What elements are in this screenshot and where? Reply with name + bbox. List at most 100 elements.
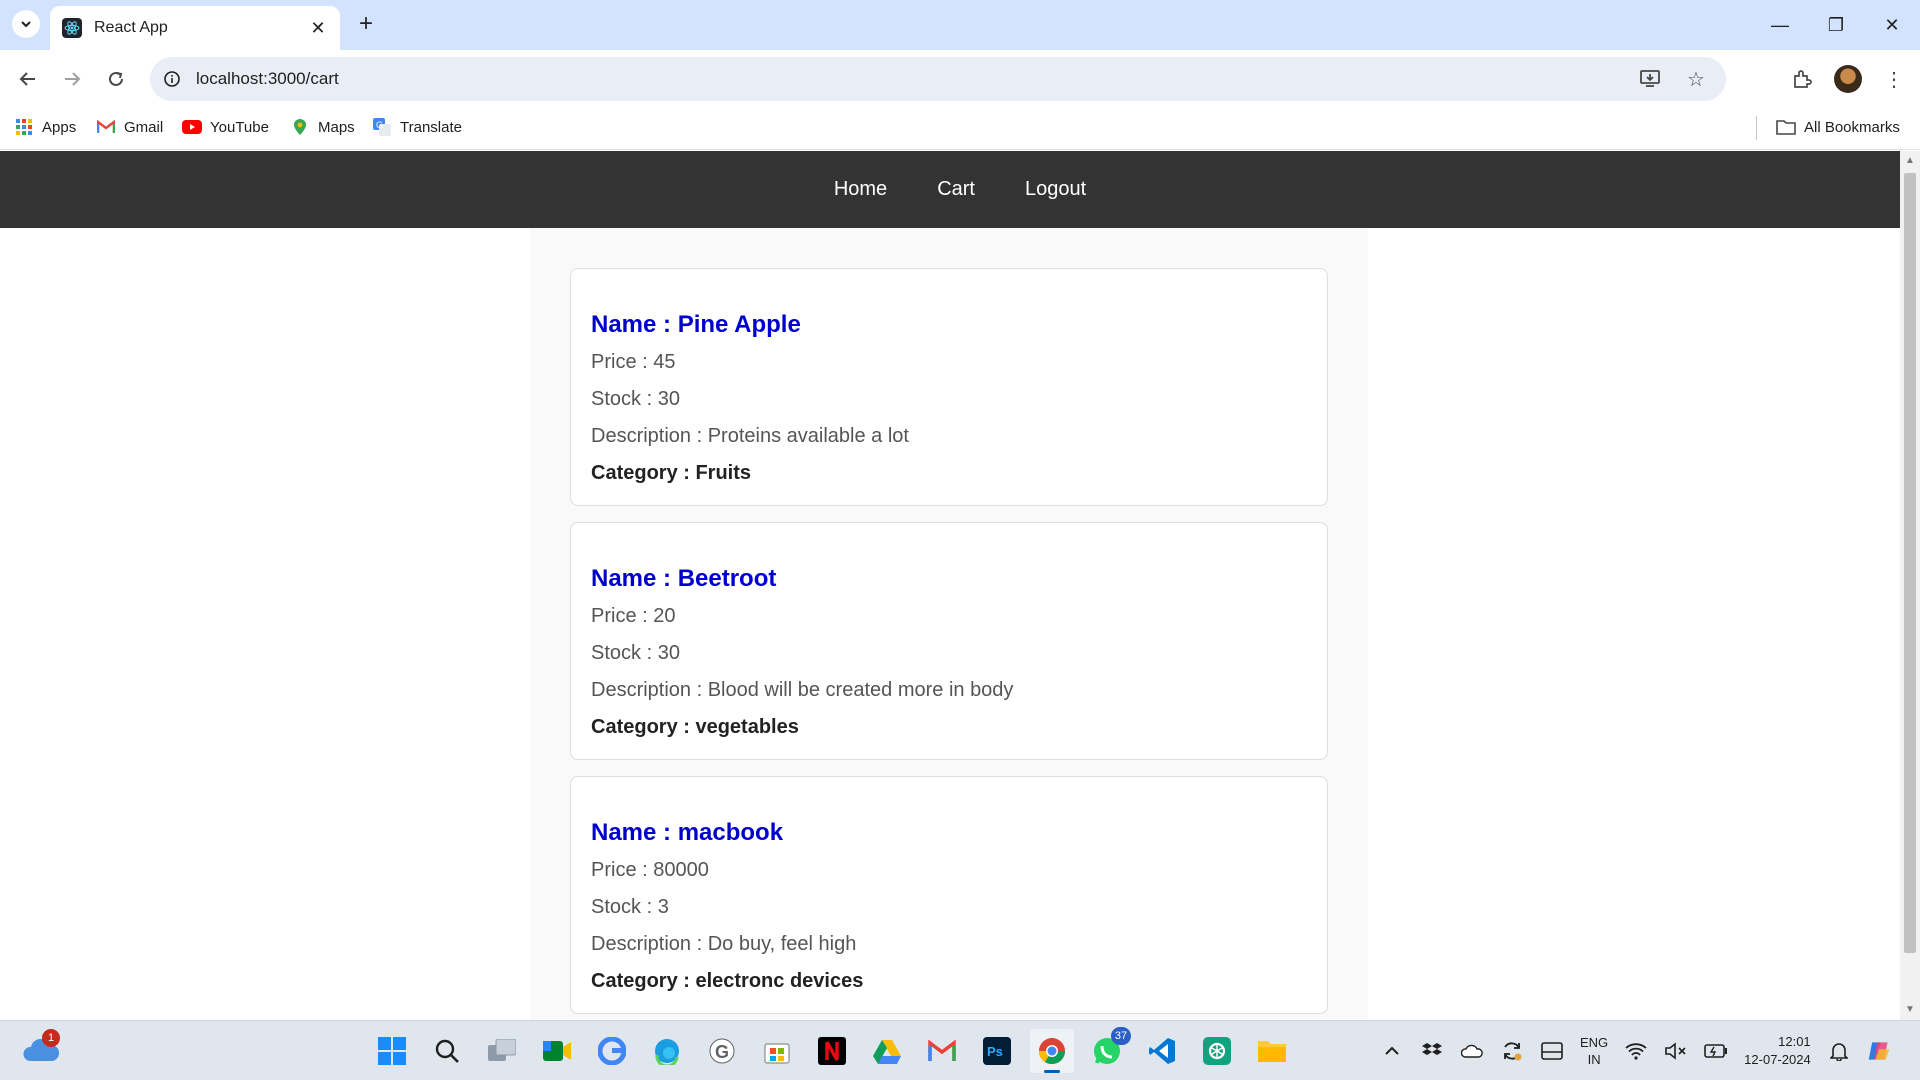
display-icon[interactable] — [1540, 1039, 1564, 1063]
microsoft-store-app[interactable] — [755, 1029, 799, 1073]
edge-app[interactable] — [645, 1029, 689, 1073]
taskbar-apps: G Ps 37 — [370, 1027, 1294, 1073]
start-button[interactable] — [370, 1029, 414, 1073]
address-bar[interactable]: localhost:3000/cart ☆ — [150, 57, 1726, 101]
extensions-icon[interactable] — [1786, 63, 1818, 95]
back-arrow-icon — [19, 72, 35, 86]
youtube-icon — [182, 118, 202, 136]
photoshop-app[interactable]: Ps — [975, 1029, 1019, 1073]
bookmark-label: YouTube — [210, 118, 269, 136]
reload-icon — [109, 71, 123, 86]
new-tab-button[interactable]: + — [352, 10, 380, 38]
item-category: Category : Fruits — [591, 462, 752, 484]
window-controls: — ❐ ✕ — [1752, 0, 1920, 50]
item-stock: Stock : 30 — [591, 642, 680, 664]
browser-toolbar: localhost:3000/cart ☆ ⋮ — [0, 50, 1920, 108]
whatsapp-unread-badge: 37 — [1111, 1027, 1131, 1045]
restore-button[interactable]: ❐ — [1808, 0, 1864, 50]
folder-icon — [1258, 1041, 1286, 1062]
forward-button[interactable] — [56, 63, 88, 95]
speaker-muted-icon[interactable] — [1664, 1039, 1688, 1063]
google-app[interactable]: G — [700, 1029, 744, 1073]
notification-bell-icon[interactable] — [1827, 1039, 1851, 1063]
whatsapp-app[interactable]: 37 — [1085, 1027, 1131, 1073]
bookmarks-bar: Apps Gmail YouTube Maps G Translate All … — [0, 108, 1920, 150]
edge-icon — [655, 1039, 679, 1065]
netflix-icon — [818, 1037, 846, 1065]
all-bookmarks-label: All Bookmarks — [1804, 118, 1900, 136]
nav-cart-link[interactable]: Cart — [937, 178, 975, 201]
google-drive-app[interactable] — [865, 1029, 909, 1073]
wifi-icon[interactable] — [1624, 1039, 1648, 1063]
search-button[interactable] — [425, 1029, 469, 1073]
bookmark-youtube[interactable]: YouTube — [182, 118, 269, 136]
minimize-button[interactable]: — — [1752, 0, 1808, 50]
task-view-button[interactable] — [480, 1029, 524, 1073]
sync-icon[interactable] — [1500, 1039, 1524, 1063]
all-bookmarks[interactable]: All Bookmarks — [1776, 118, 1900, 136]
apps-grid-icon — [14, 118, 34, 136]
bookmark-label: Apps — [42, 118, 77, 136]
close-window-button[interactable]: ✕ — [1864, 0, 1920, 50]
scroll-down-arrow-icon[interactable]: ▼ — [1904, 1004, 1916, 1016]
vscode-app[interactable] — [1140, 1029, 1184, 1073]
scroll-thumb[interactable] — [1904, 173, 1916, 953]
folder-icon — [1776, 118, 1796, 136]
google-chrome-app[interactable] — [590, 1029, 634, 1073]
more-menu-icon[interactable]: ⋮ — [1878, 63, 1910, 95]
chatgpt-app[interactable] — [1195, 1029, 1239, 1073]
chevron-up-icon[interactable] — [1380, 1039, 1404, 1063]
bookmark-maps[interactable]: Maps — [290, 118, 355, 136]
site-info-icon[interactable] — [150, 57, 194, 101]
nav-home-link[interactable]: Home — [834, 178, 887, 201]
item-stock: Stock : 3 — [591, 896, 669, 918]
battery-icon[interactable] — [1704, 1039, 1728, 1063]
weather-widget[interactable]: 1 — [22, 1029, 62, 1069]
url-text[interactable]: localhost:3000/cart — [196, 69, 339, 89]
search-icon — [435, 1039, 459, 1063]
google-icon — [598, 1037, 626, 1065]
back-button[interactable] — [12, 63, 44, 95]
store-icon — [764, 1043, 790, 1064]
onedrive-cloud-icon[interactable] — [1460, 1039, 1484, 1063]
scroll-up-arrow-icon[interactable]: ▲ — [1904, 155, 1916, 167]
react-logo-icon — [62, 18, 82, 38]
profile-avatar[interactable] — [1834, 65, 1862, 93]
gmail-app[interactable] — [920, 1029, 964, 1073]
cart-item-card: Name : Pine Apple Price : 45 Stock : 30 … — [570, 268, 1328, 506]
bookmarks-divider — [1756, 116, 1757, 140]
bookmark-apps[interactable]: Apps — [14, 118, 76, 136]
chatgpt-icon — [1203, 1037, 1231, 1065]
chrome-app[interactable] — [1030, 1029, 1074, 1073]
page-scrollbar[interactable]: ▲ ▼ — [1900, 151, 1920, 1020]
install-app-icon[interactable] — [1634, 63, 1666, 95]
clock[interactable]: 12:01 12-07-2024 — [1744, 1033, 1811, 1069]
language-indicator[interactable]: ENG IN — [1580, 1034, 1608, 1068]
meet-app[interactable] — [535, 1029, 579, 1073]
task-view-icon — [488, 1039, 516, 1061]
item-description: Description : Proteins available a lot — [591, 425, 909, 447]
bookmark-translate[interactable]: G Translate — [372, 118, 462, 136]
item-description: Description : Blood will be created more… — [591, 679, 1014, 701]
dropbox-icon[interactable] — [1420, 1039, 1444, 1063]
netflix-app[interactable] — [810, 1029, 854, 1073]
copilot-icon[interactable] — [1867, 1039, 1891, 1063]
bookmark-star-icon[interactable]: ☆ — [1680, 63, 1712, 95]
browser-tab[interactable]: React App ✕ — [50, 6, 340, 50]
cart-item-card: Name : macbook Price : 80000 Stock : 3 D… — [570, 776, 1328, 1014]
tab-search-button[interactable] — [12, 10, 40, 38]
tab-close-icon[interactable]: ✕ — [308, 18, 328, 38]
item-category: Category : electronc devices — [591, 970, 864, 992]
file-explorer-app[interactable] — [1250, 1029, 1294, 1073]
item-price: Price : 20 — [591, 605, 676, 627]
nav-logout-link[interactable]: Logout — [1025, 178, 1086, 201]
bookmark-gmail[interactable]: Gmail — [96, 118, 163, 136]
language-region: IN — [1587, 1052, 1601, 1067]
reload-button[interactable] — [100, 63, 132, 95]
item-name: Name : Pine Apple — [591, 311, 801, 338]
system-tray: ENG IN 12:01 12-07-2024 — [1380, 1021, 1891, 1080]
item-price: Price : 80000 — [591, 859, 709, 881]
weather-notification-badge: 1 — [42, 1029, 60, 1047]
cart-container: Name : Pine Apple Price : 45 Stock : 30 … — [530, 228, 1368, 1020]
clock-date: 12-07-2024 — [1744, 1052, 1811, 1067]
